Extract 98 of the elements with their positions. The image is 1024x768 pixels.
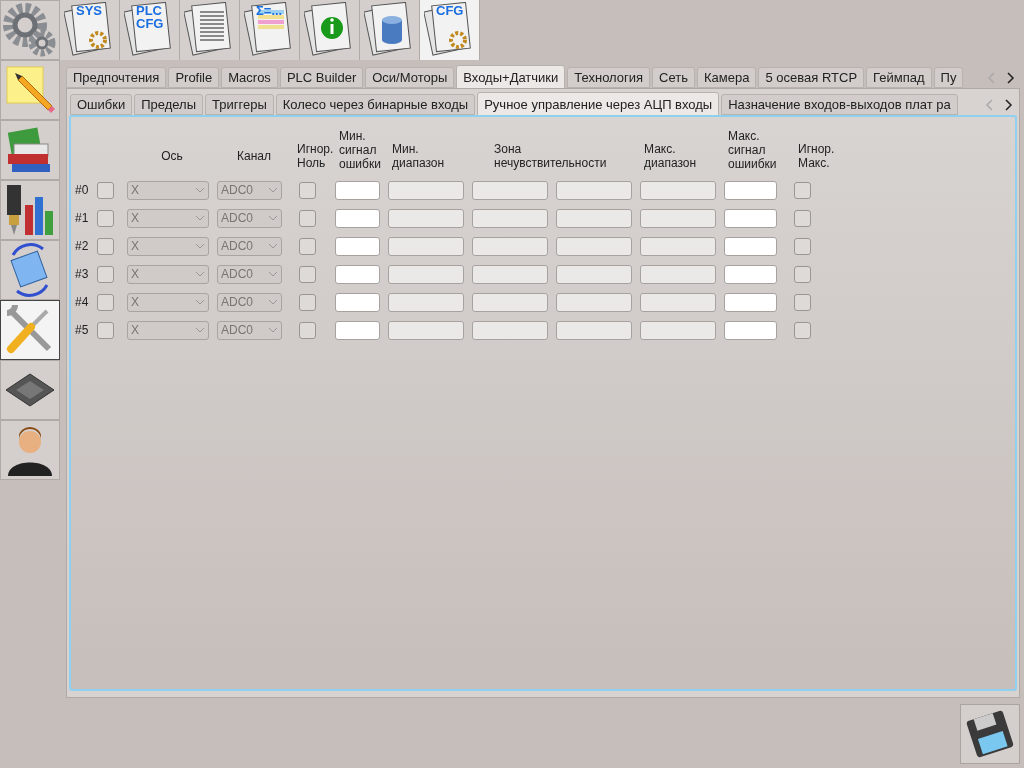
- input-field[interactable]: [335, 264, 380, 284]
- chevron-down-icon: [268, 271, 278, 277]
- checkbox[interactable]: [97, 209, 114, 227]
- tab[interactable]: Триггеры: [205, 94, 274, 115]
- input-field[interactable]: [724, 320, 777, 340]
- tab[interactable]: Ошибки: [70, 94, 133, 115]
- tab[interactable]: Ручное управление через АЦП входы: [477, 92, 720, 116]
- sidebar-button[interactable]: [0, 300, 60, 360]
- toolbar-button[interactable]: PLC CFG: [120, 0, 180, 60]
- tab[interactable]: 5 осевая RTCP: [758, 67, 865, 88]
- checkbox[interactable]: [794, 265, 811, 283]
- column-header: Мин. диапазон: [392, 142, 445, 170]
- chevron-down-icon: [268, 299, 278, 305]
- sidebar-button[interactable]: [0, 180, 60, 240]
- toolbar-button[interactable]: [300, 0, 360, 60]
- toolbar-button[interactable]: [180, 0, 240, 60]
- toolbar-button[interactable]: Σ=...: [240, 0, 300, 60]
- icon-label: PLC CFG: [136, 4, 164, 30]
- chevron-down-icon: [268, 187, 278, 193]
- tab[interactable]: Геймпад: [866, 67, 932, 88]
- checkbox[interactable]: [794, 237, 811, 255]
- column-header: Игнор. Макс.: [798, 142, 835, 170]
- checkbox[interactable]: [97, 237, 114, 255]
- input-field[interactable]: [724, 236, 777, 256]
- icon-label: Σ=...: [256, 4, 283, 17]
- row-label: #0: [75, 182, 90, 199]
- row-label: #2: [75, 238, 90, 255]
- column-header: Мин. сигнал ошибки: [339, 129, 381, 171]
- column-header: Канал: [237, 149, 271, 163]
- sidebar-button[interactable]: [0, 360, 60, 420]
- chevron-down-icon: [268, 215, 278, 221]
- column-header: Ось: [161, 149, 183, 163]
- row-label: #4: [75, 294, 90, 311]
- toolbar-button[interactable]: SYS: [60, 0, 120, 60]
- gears-icon: [3, 3, 57, 57]
- input-field[interactable]: [335, 180, 380, 200]
- column-header: Зона нечувствительности: [494, 142, 607, 170]
- checkbox[interactable]: [299, 293, 316, 311]
- tab[interactable]: Пределы: [134, 94, 204, 115]
- toolbar-button[interactable]: CFG: [420, 0, 480, 60]
- input-field[interactable]: [335, 292, 380, 312]
- chevron-down-icon: [268, 327, 278, 333]
- icon-label: SYS: [76, 4, 102, 17]
- tab[interactable]: Предпочтения: [66, 67, 167, 88]
- chevron-down-icon: [195, 215, 205, 221]
- row-label: #3: [75, 266, 90, 283]
- tab[interactable]: Macros: [221, 67, 278, 88]
- tab[interactable]: Колесо через бинарные входы: [275, 94, 476, 115]
- tab[interactable]: Пу: [933, 67, 964, 88]
- checkbox[interactable]: [97, 321, 114, 339]
- checkbox[interactable]: [299, 209, 316, 227]
- chevron-down-icon: [195, 187, 205, 193]
- row-label: #5: [75, 322, 90, 339]
- tab[interactable]: PLC Builder: [279, 67, 364, 88]
- scroll-left-icon[interactable]: [986, 71, 998, 85]
- chevron-down-icon: [195, 243, 205, 249]
- input-field[interactable]: [335, 236, 380, 256]
- toolbar-button[interactable]: [360, 0, 420, 60]
- scroll-left-icon[interactable]: [984, 98, 996, 112]
- checkbox[interactable]: [299, 321, 316, 339]
- note-pencil-icon: [4, 64, 56, 116]
- column-header: Макс. сигнал ошиибки: [728, 129, 777, 171]
- chevron-down-icon: [195, 271, 205, 277]
- checkbox[interactable]: [97, 293, 114, 311]
- sidebar-button[interactable]: [0, 120, 60, 180]
- scroll-right-icon[interactable]: [1004, 71, 1016, 85]
- chevron-down-icon: [195, 299, 205, 305]
- column-header: Игнор. Ноль: [297, 142, 334, 170]
- checkbox[interactable]: [794, 321, 811, 339]
- tab[interactable]: Назначение входов-выходов плат ра: [721, 94, 958, 115]
- input-field[interactable]: [335, 208, 380, 228]
- checkbox[interactable]: [299, 265, 316, 283]
- save-button[interactable]: [960, 704, 1020, 764]
- checkbox[interactable]: [794, 209, 811, 227]
- checkbox[interactable]: [299, 237, 316, 255]
- tab[interactable]: Profile: [168, 67, 220, 88]
- checkbox[interactable]: [299, 181, 316, 199]
- input-field[interactable]: [724, 208, 777, 228]
- icon-label: CFG: [436, 4, 464, 17]
- checkbox[interactable]: [97, 265, 114, 283]
- chevron-down-icon: [195, 327, 205, 333]
- tab[interactable]: Оси/Моторы: [365, 67, 455, 88]
- row-label: #1: [75, 210, 90, 227]
- checkbox[interactable]: [794, 181, 811, 199]
- checkbox[interactable]: [794, 293, 811, 311]
- scroll-right-icon[interactable]: [1002, 98, 1014, 112]
- input-field[interactable]: [335, 320, 380, 340]
- column-header: Макс. диапазон: [644, 142, 697, 170]
- tab[interactable]: Технология: [567, 67, 651, 88]
- input-field[interactable]: [724, 264, 777, 284]
- tab[interactable]: Камера: [697, 67, 757, 88]
- tab[interactable]: Входы+Датчики: [456, 65, 566, 89]
- chevron-down-icon: [268, 243, 278, 249]
- input-field[interactable]: [724, 180, 777, 200]
- checkbox[interactable]: [97, 181, 114, 199]
- sidebar-button[interactable]: [0, 420, 60, 480]
- input-field[interactable]: [724, 292, 777, 312]
- tab[interactable]: Сеть: [652, 67, 696, 88]
